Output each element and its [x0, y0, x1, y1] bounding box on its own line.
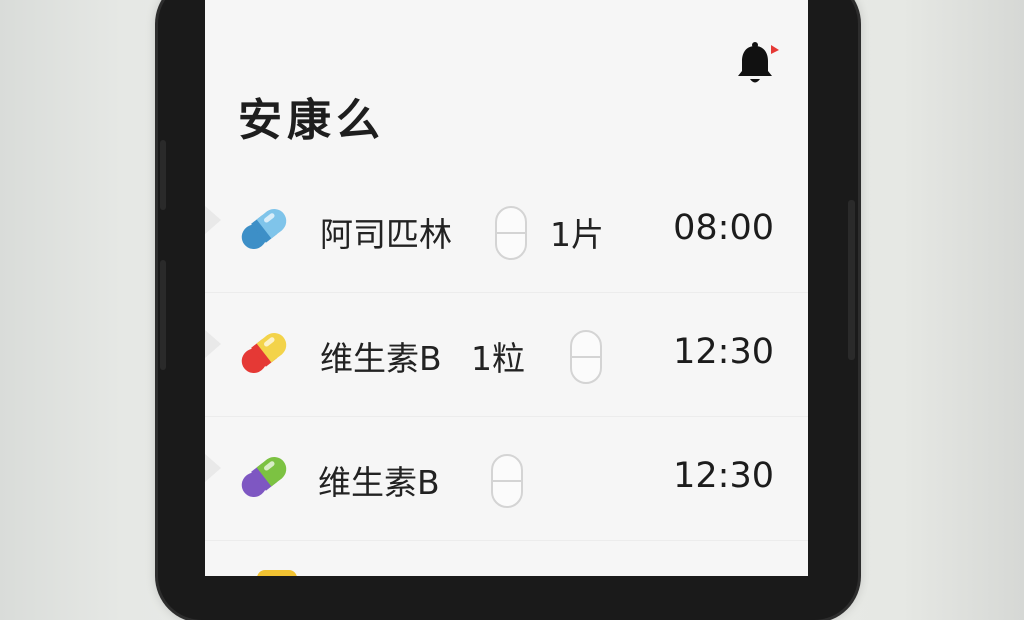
- med-name: 阿司匹林: [320, 215, 452, 254]
- volume-button: [160, 140, 166, 210]
- power-button: [848, 200, 855, 360]
- med-name: 维生素B: [318, 463, 440, 502]
- med-name: 维生素B: [320, 339, 442, 378]
- capsule-icon: [570, 330, 602, 384]
- med-time: 08:00: [673, 208, 774, 248]
- chevron-left-icon: [205, 330, 221, 358]
- chevron-left-icon: [205, 206, 221, 234]
- list-item[interactable]: 维生素B 1粒 12:30: [205, 292, 808, 417]
- pill-icon: [241, 456, 287, 498]
- capsule-icon: [495, 206, 527, 260]
- pill-icon-partial: [257, 570, 297, 576]
- chevron-left-icon: [205, 454, 221, 482]
- pill-icon: [241, 332, 287, 374]
- pill-icon: [241, 208, 287, 250]
- capsule-icon: [491, 454, 523, 508]
- volume-button-2: [160, 260, 166, 370]
- app-screen: 安康么 阿司匹林 1片 08:00 维生素B 1粒 12:30 维生素B 12:…: [205, 0, 808, 576]
- med-time: 12:30: [673, 332, 774, 372]
- list-item[interactable]: 维生素B 12:30: [205, 416, 808, 541]
- page-title: 安康么: [238, 95, 385, 146]
- med-dose: 1粒: [471, 339, 525, 378]
- list-item[interactable]: 阿司匹林 1片 08:00: [205, 168, 808, 293]
- bell-icon[interactable]: [735, 40, 779, 88]
- med-dose: 1片: [550, 215, 604, 254]
- med-time: 12:30: [673, 456, 774, 496]
